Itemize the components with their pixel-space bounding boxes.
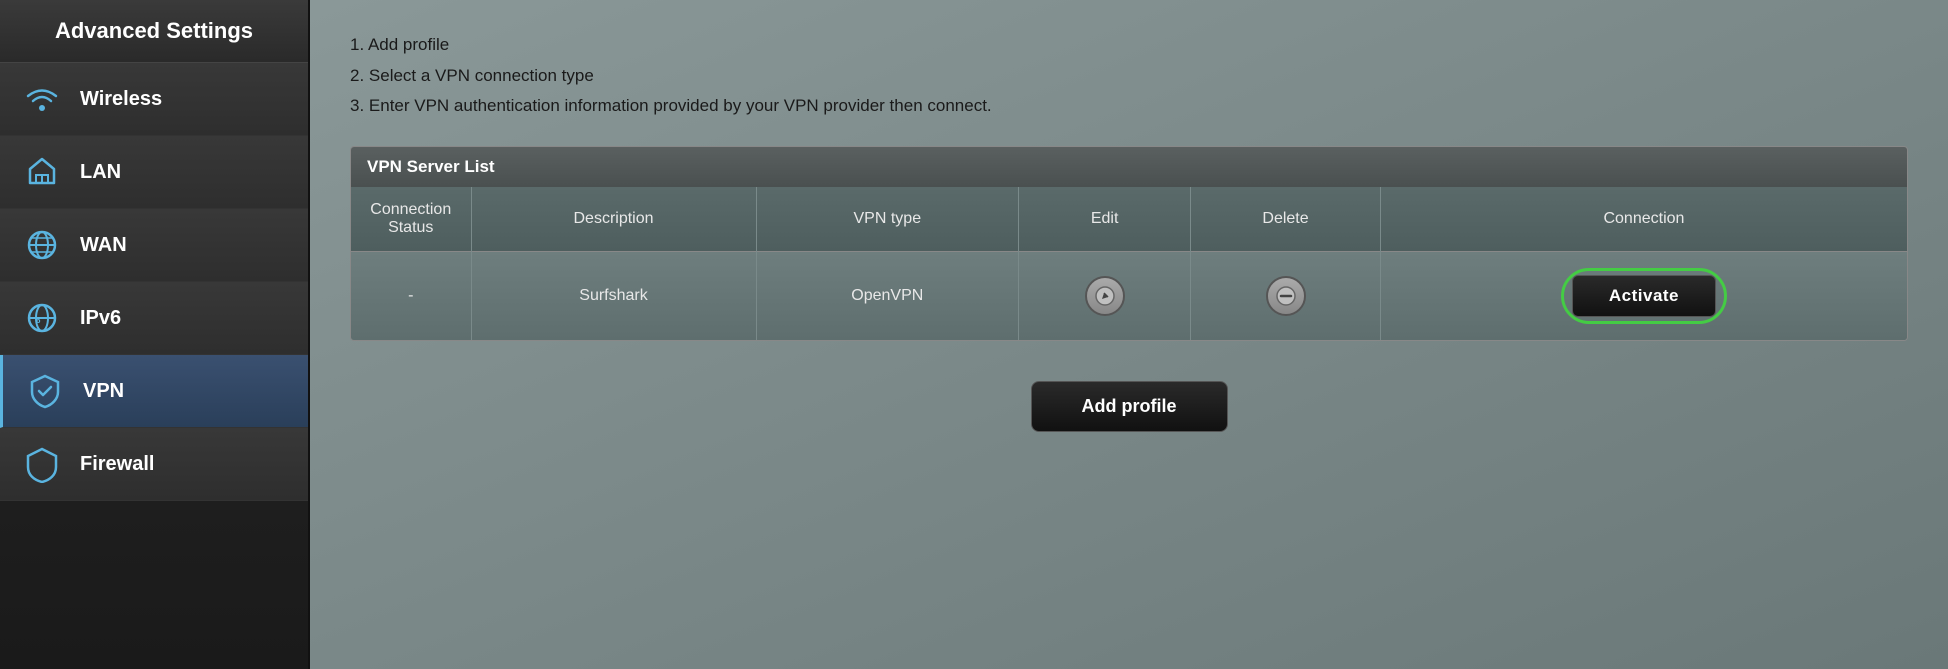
col-vpn-type: VPN type <box>756 187 1019 252</box>
sidebar-item-lan[interactable]: LAN <box>0 136 308 209</box>
col-description: Description <box>471 187 756 252</box>
ipv6-icon: 6 <box>20 296 64 340</box>
vpn-table-section-title: VPN Server List <box>367 157 495 176</box>
sidebar-item-label-ipv6: IPv6 <box>80 307 121 330</box>
col-delete: Delete <box>1191 187 1381 252</box>
firewall-icon <box>20 442 64 486</box>
activate-button[interactable]: Activate <box>1572 275 1716 317</box>
instructions-block: 1. Add profile 2. Select a VPN connectio… <box>350 30 1908 122</box>
vpn-server-list: VPN Server List Connection Status Descri… <box>350 146 1908 341</box>
sidebar-title: Advanced Settings <box>0 0 308 63</box>
vpn-table-header-row: Connection Status Description VPN type E… <box>351 187 1907 252</box>
cell-delete[interactable] <box>1191 251 1381 340</box>
delete-button[interactable] <box>1266 276 1306 316</box>
sidebar: Advanced Settings Wireless LAN <box>0 0 310 669</box>
vpn-icon <box>23 369 67 413</box>
wan-icon <box>20 223 64 267</box>
cell-edit[interactable] <box>1019 251 1191 340</box>
cell-vpn-type: OpenVPN <box>756 251 1019 340</box>
col-edit: Edit <box>1019 187 1191 252</box>
table-row: - Surfshark OpenVPN <box>351 251 1907 340</box>
sidebar-item-firewall[interactable]: Firewall <box>0 428 308 501</box>
cell-connection-status: - <box>351 251 471 340</box>
edit-button[interactable] <box>1085 276 1125 316</box>
instruction-1: 1. Add profile <box>350 30 1908 61</box>
instruction-2: 2. Select a VPN connection type <box>350 61 1908 92</box>
sidebar-item-label-wireless: Wireless <box>80 88 162 111</box>
cell-description: Surfshark <box>471 251 756 340</box>
col-connection-status: Connection Status <box>351 187 471 252</box>
activate-highlight-ring: Activate <box>1561 268 1727 324</box>
sidebar-item-vpn[interactable]: VPN <box>0 355 308 428</box>
vpn-table: Connection Status Description VPN type E… <box>351 187 1907 340</box>
lan-icon <box>20 150 64 194</box>
instruction-3: 3. Enter VPN authentication information … <box>350 91 1908 122</box>
sidebar-item-label-lan: LAN <box>80 161 121 184</box>
sidebar-item-wan[interactable]: WAN <box>0 209 308 282</box>
vpn-table-section-header: VPN Server List <box>351 147 1907 187</box>
sidebar-item-label-vpn: VPN <box>83 380 124 403</box>
cell-connection[interactable]: Activate <box>1380 251 1907 340</box>
sidebar-item-wireless[interactable]: Wireless <box>0 63 308 136</box>
add-profile-button[interactable]: Add profile <box>1031 381 1228 432</box>
sidebar-item-label-firewall: Firewall <box>80 453 154 476</box>
main-content: 1. Add profile 2. Select a VPN connectio… <box>310 0 1948 669</box>
sidebar-item-ipv6[interactable]: 6 IPv6 <box>0 282 308 355</box>
col-connection: Connection <box>1380 187 1907 252</box>
svg-text:6: 6 <box>36 316 41 325</box>
add-profile-section: Add profile <box>350 381 1908 432</box>
wireless-icon <box>20 77 64 121</box>
sidebar-item-label-wan: WAN <box>80 234 127 257</box>
